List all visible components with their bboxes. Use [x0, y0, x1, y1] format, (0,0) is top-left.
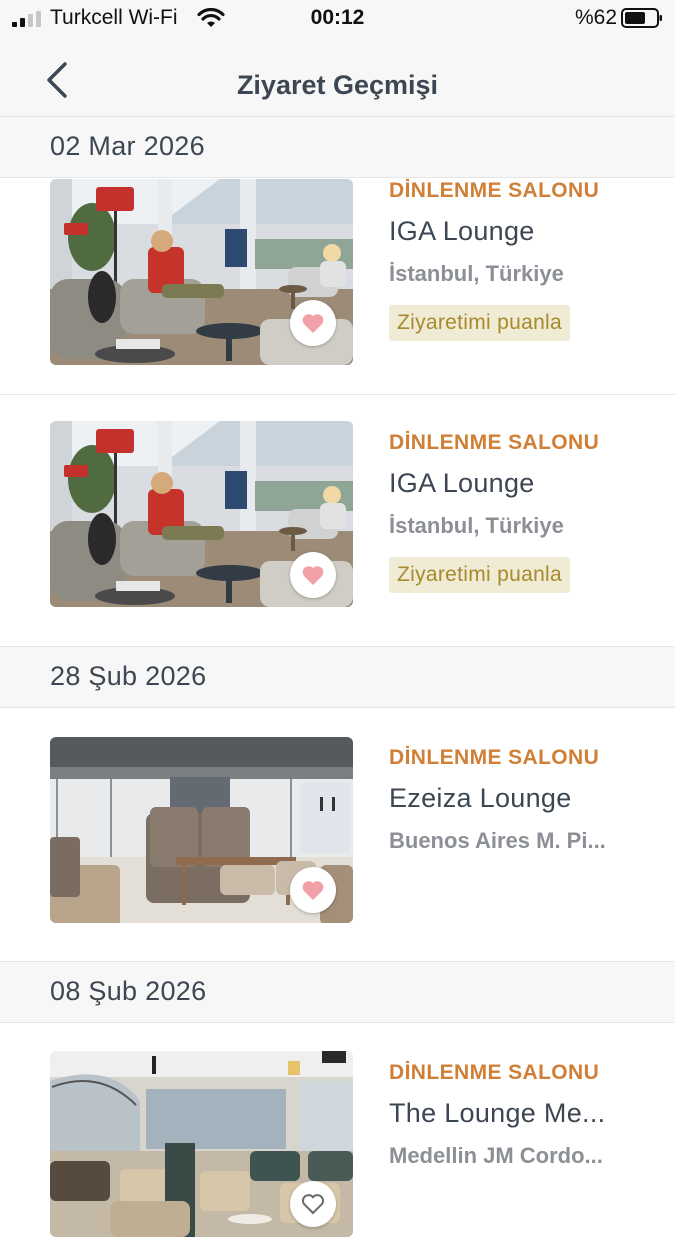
favorite-button[interactable]	[290, 552, 336, 598]
clock: 00:12	[310, 6, 365, 29]
lounge-location: Medellin JM Cordo...	[389, 1143, 603, 1168]
rate-visit-button[interactable]: Ziyaretimi puanla	[389, 305, 570, 341]
visit-category: DİNLENME SALONU	[389, 1061, 600, 1084]
navigation-bar: Ziyaret Geçmişi	[0, 40, 675, 117]
date-header: 28 Şub 2026	[0, 646, 675, 708]
visit-card[interactable]: DİNLENME SALONU The Lounge Me... Medelli…	[0, 1023, 675, 1237]
favorite-button[interactable]	[290, 1181, 336, 1227]
lounge-name: Ezeiza Lounge	[389, 783, 572, 813]
visit-date: 28 Şub 2026	[50, 661, 207, 691]
visit-category: DİNLENME SALONU	[389, 179, 600, 202]
heart-icon	[302, 314, 324, 333]
lounge-name: IGA Lounge	[389, 468, 535, 498]
heart-icon	[302, 566, 324, 585]
status-bar: Turkcell Wi-Fi 00:12 %62	[0, 0, 675, 40]
visit-category: DİNLENME SALONU	[389, 431, 600, 454]
visit-date: 02 Mar 2026	[50, 131, 205, 161]
lounge-name: The Lounge Me...	[389, 1098, 606, 1128]
lounge-location: İstanbul, Türkiye	[389, 261, 564, 286]
lounge-location: İstanbul, Türkiye	[389, 513, 564, 538]
visit-card[interactable]: DİNLENME SALONU IGA Lounge İstanbul, Tür…	[0, 178, 675, 395]
lounge-location: Buenos Aires M. Pi...	[389, 828, 606, 853]
page-title: Ziyaret Geçmişi	[236, 70, 439, 100]
visit-card[interactable]: DİNLENME SALONU IGA Lounge İstanbul, Tür…	[0, 395, 675, 646]
visit-date: 08 Şub 2026	[50, 976, 207, 1006]
favorite-button[interactable]	[290, 300, 336, 346]
battery-icon	[621, 8, 662, 28]
date-header: 02 Mar 2026	[0, 116, 675, 178]
visit-category: DİNLENME SALONU	[389, 746, 600, 769]
battery-percentage: %62	[574, 6, 617, 29]
heart-icon	[302, 881, 324, 900]
heart-outline-icon	[301, 1194, 325, 1215]
visit-card[interactable]: DİNLENME SALONU Ezeiza Lounge Buenos Air…	[0, 708, 675, 961]
favorite-button[interactable]	[290, 867, 336, 913]
date-header: 08 Şub 2026	[0, 961, 675, 1023]
lounge-name: IGA Lounge	[389, 216, 535, 246]
rate-visit-button[interactable]: Ziyaretimi puanla	[389, 557, 570, 593]
